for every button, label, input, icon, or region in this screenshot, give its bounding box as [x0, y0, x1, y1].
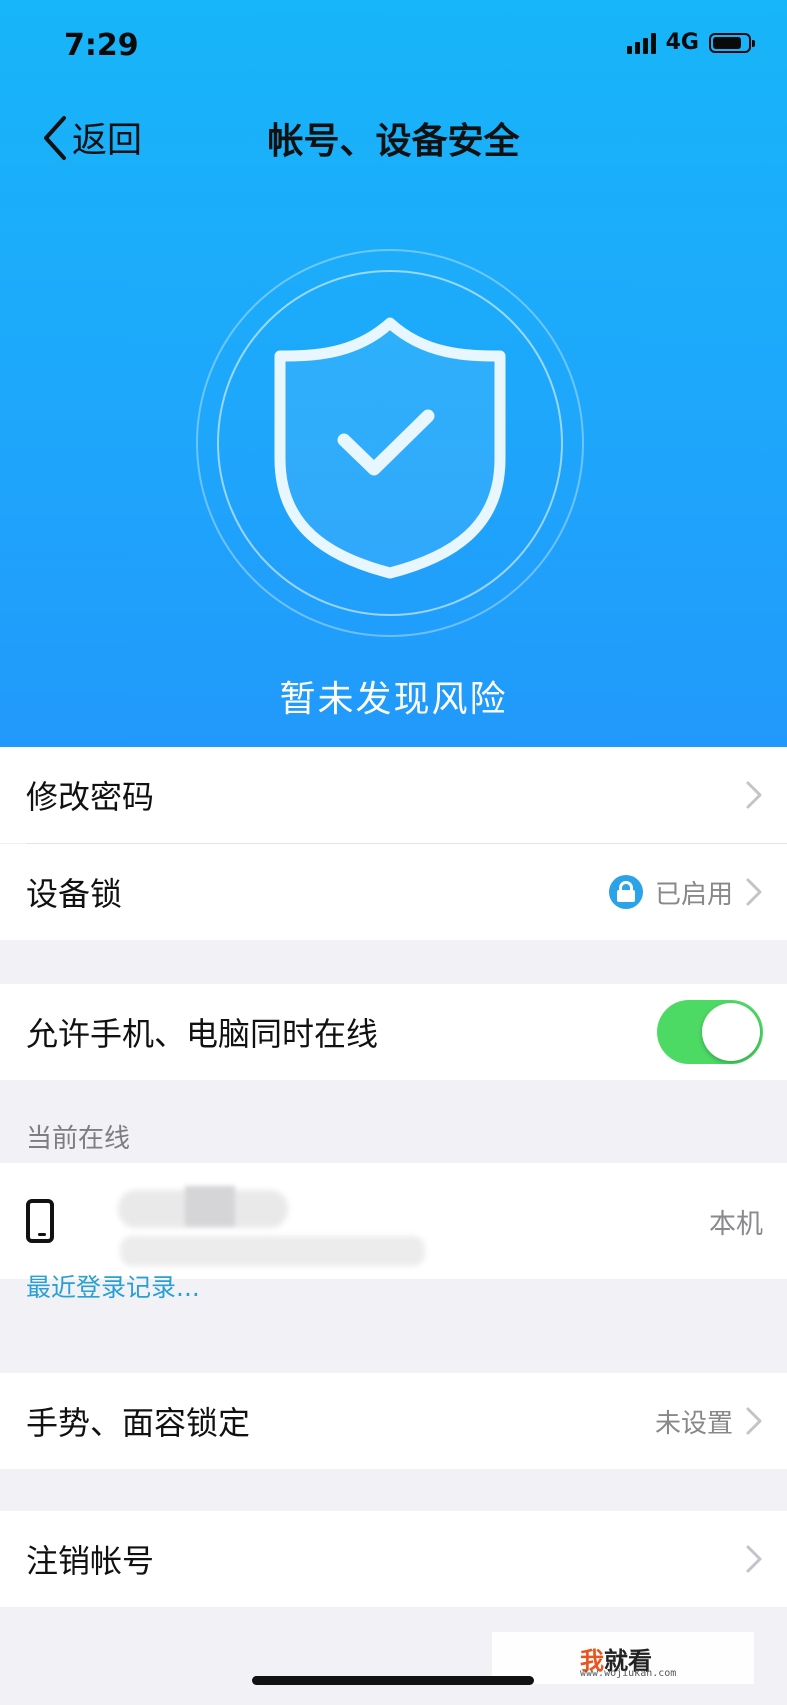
recent-login-link[interactable]: 最近登录记录...: [26, 1268, 200, 1304]
status-indicators: 4G: [626, 30, 755, 55]
page-title: 帐号、设备安全: [267, 121, 520, 162]
device-lock-label: 设备锁: [26, 875, 123, 913]
device-lock-status: 已启用: [654, 879, 733, 910]
redacted-device-name-detail: [185, 1186, 235, 1226]
battery-icon: [709, 32, 755, 53]
gesture-lock-row[interactable]: 手势、面容锁定 未设置: [0, 1373, 787, 1469]
home-indicator[interactable]: [252, 1676, 534, 1685]
shield-check-icon: [196, 249, 584, 637]
device-lock-row[interactable]: 设备锁 已启用: [0, 844, 787, 940]
current-online-heading: 当前在线: [26, 1124, 131, 1154]
watermark-url: www.wojiukan.com: [580, 1668, 677, 1679]
change-password-row[interactable]: 修改密码: [0, 747, 787, 843]
change-password-label: 修改密码: [26, 778, 155, 816]
status-time: 7:29: [64, 28, 139, 63]
gesture-lock-label: 手势、面容锁定: [26, 1404, 251, 1442]
network-type: 4G: [665, 30, 699, 55]
chevron-right-icon: [746, 1407, 762, 1435]
chevron-right-icon: [746, 781, 762, 809]
security-hero: 7:29 4G 返回 帐号、设备安全 暂未发现风险: [0, 0, 787, 747]
redacted-device-info: [120, 1236, 425, 1266]
gesture-lock-status: 未设置: [654, 1408, 733, 1439]
current-device-tag: 本机: [709, 1208, 763, 1240]
multi-online-label: 允许手机、电脑同时在线: [26, 1015, 379, 1053]
chevron-right-icon: [746, 1545, 762, 1573]
lock-icon: [608, 875, 643, 909]
shield-graphic: [190, 243, 590, 647]
risk-status-text: 暂未发现风险: [279, 679, 508, 720]
chevron-right-icon: [746, 878, 762, 906]
cancel-account-label: 注销帐号: [26, 1542, 155, 1580]
signal-icon: [626, 32, 656, 54]
multi-online-row: 允许手机、电脑同时在线: [0, 984, 787, 1080]
multi-online-toggle[interactable]: [657, 1000, 763, 1064]
phone-icon: [26, 1199, 54, 1243]
cancel-account-row[interactable]: 注销帐号: [0, 1511, 787, 1607]
